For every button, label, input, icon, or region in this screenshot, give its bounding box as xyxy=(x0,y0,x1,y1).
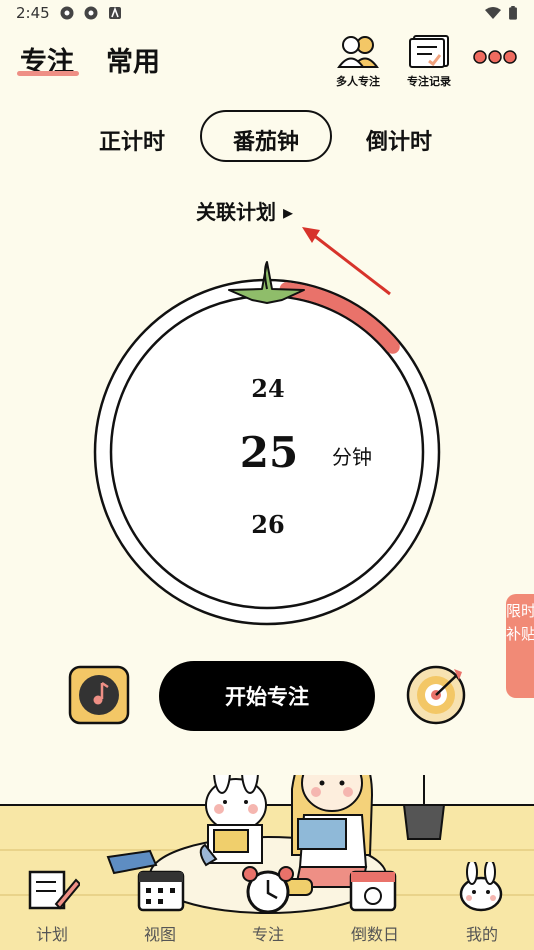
minute-option-prev[interactable]: 24 xyxy=(218,374,318,403)
bunny-profile-nav-icon[interactable] xyxy=(456,862,506,914)
nav-plan-label[interactable]: 计划 xyxy=(22,921,82,945)
timer-ring[interactable] xyxy=(0,0,534,640)
minute-option-current[interactable]: 25 xyxy=(205,428,333,477)
minute-option-next[interactable]: 26 xyxy=(218,510,318,539)
nav-focus-label[interactable]: 专注 xyxy=(238,921,298,945)
view-nav-icon[interactable] xyxy=(136,866,186,914)
nav-mine-label[interactable]: 我的 xyxy=(452,921,512,945)
countdown-calendar-nav-icon[interactable] xyxy=(348,866,400,914)
nav-countdown-label[interactable]: 倒数日 xyxy=(345,921,405,945)
nav-view-label[interactable]: 视图 xyxy=(130,921,190,945)
music-button[interactable] xyxy=(68,665,130,725)
start-focus-button[interactable]: 开始专注 xyxy=(159,661,375,731)
bunny-character xyxy=(199,775,267,867)
goal-target-button[interactable] xyxy=(404,664,468,726)
plant-pot xyxy=(402,775,446,840)
plan-nav-icon[interactable] xyxy=(26,866,80,914)
alarm-clock-nav-icon[interactable] xyxy=(240,862,296,916)
minute-unit-label: 分钟 xyxy=(332,445,372,469)
limited-subsidy-badge[interactable]: 限时补贴 xyxy=(506,594,534,698)
